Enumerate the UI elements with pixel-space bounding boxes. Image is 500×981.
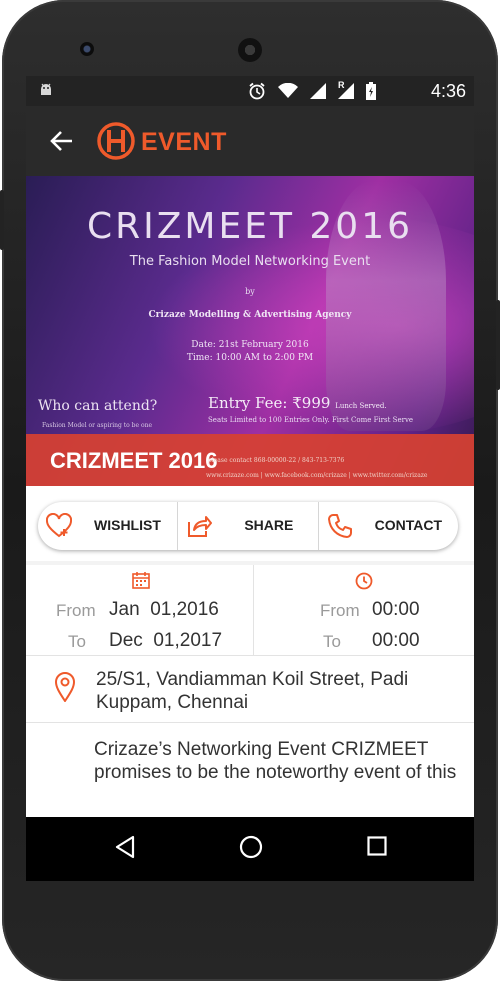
wishlist-label: WISHLIST xyxy=(94,517,161,533)
wishlist-button[interactable]: WISHLIST xyxy=(38,502,177,550)
navigation-bar xyxy=(26,817,474,881)
signal-icon xyxy=(310,83,326,104)
address-text: 25/S1, Vandiamman Koil Street, Padi Kupp… xyxy=(96,669,409,713)
date-from-value: Jan 01,2016 xyxy=(109,599,219,620)
date-to-label: To xyxy=(68,632,86,651)
earpiece-speaker xyxy=(238,38,262,62)
volume-button xyxy=(496,300,500,390)
poster-by: by xyxy=(245,287,255,296)
location-pin-icon xyxy=(54,672,76,703)
entry-fee-value: ₹999 xyxy=(292,394,331,412)
screen: R 4:36 EVENT CRIZMEET 2016 The Fashion M… xyxy=(26,76,474,817)
clock-icon xyxy=(355,572,373,590)
poster-seats-line: Seats Limited to 100 Entries Only. First… xyxy=(208,416,414,424)
poster-attendee-line: Fashion Model or aspiring to be one xyxy=(42,422,153,429)
date-time-divider xyxy=(253,565,254,655)
nav-home-icon[interactable] xyxy=(239,835,263,864)
poster-time: Time: 10:00 AM to 2:00 PM xyxy=(186,353,314,363)
poster-who-can-attend: Who can attend? xyxy=(38,398,158,414)
action-bar: WISHLIST SHARE CONTACT xyxy=(38,502,458,550)
share-icon xyxy=(186,513,213,539)
wifi-icon xyxy=(278,82,298,104)
nav-back-icon[interactable] xyxy=(114,835,136,864)
date-to-value: Dec 01,2017 xyxy=(109,630,223,651)
contact-label: CONTACT xyxy=(374,517,443,533)
entry-fee-note: Lunch Served. xyxy=(335,402,387,410)
status-bar: R 4:36 xyxy=(26,76,474,106)
power-button xyxy=(0,190,4,250)
signal-roaming-icon: R xyxy=(338,80,354,104)
date-from-label: From xyxy=(56,601,96,620)
app-toolbar: EVENT xyxy=(26,106,474,176)
event-title: CRIZMEET 2016 xyxy=(50,448,218,473)
back-arrow-icon[interactable] xyxy=(48,128,76,154)
alarm-icon xyxy=(248,82,266,105)
status-time: 4:36 xyxy=(430,81,466,101)
contact-button[interactable]: CONTACT xyxy=(317,502,458,550)
poster-agency: Crizaze Modelling & Advertising Agency xyxy=(148,310,352,320)
poster-social-line: www.crizaze.com | www.facebook.com/criza… xyxy=(206,472,428,479)
address-row[interactable]: 25/S1, Vandiamman Koil Street, Padi Kupp… xyxy=(26,656,474,723)
poster-title: CRIZMEET 2016 xyxy=(86,206,414,247)
heart-plus-icon xyxy=(45,512,73,539)
android-icon xyxy=(38,83,54,102)
battery-icon xyxy=(366,82,376,105)
share-label: SHARE xyxy=(244,517,294,533)
time-to-value: 00:00 xyxy=(372,630,420,651)
toolbar-title: EVENT xyxy=(141,128,227,156)
calendar-icon xyxy=(132,571,150,589)
share-button[interactable]: SHARE xyxy=(177,502,317,550)
poster-entry-fee: Entry Fee: ₹999 Lunch Served. xyxy=(208,394,387,412)
nav-recents-icon[interactable] xyxy=(367,836,387,861)
phone-icon xyxy=(327,513,353,539)
poster-date: Date: 21st February 2016 xyxy=(191,340,309,350)
event-banner: CRIZMEET 2016 The Fashion Model Networki… xyxy=(26,176,474,486)
time-from-value: 00:00 xyxy=(372,599,420,620)
poster-contact-line: please contact 868-00000-22 / 843-713-73… xyxy=(208,457,345,464)
app-logo xyxy=(96,121,136,161)
date-time-section: From Jan 01,2016 To Dec 01,2017 From 00:… xyxy=(26,565,474,656)
poster-subtitle: The Fashion Model Networking Event xyxy=(129,254,371,269)
time-to-label: To xyxy=(323,632,341,651)
time-from-label: From xyxy=(320,601,360,620)
front-camera xyxy=(80,42,94,56)
roaming-label: R xyxy=(338,80,345,90)
event-description: Crizaze’s Networking Event CRIZMEET prom… xyxy=(94,739,457,783)
poster-datetime: Date: 21st February 2016 Time: 10:00 AM … xyxy=(26,339,474,365)
entry-fee-label: Entry Fee: xyxy=(208,394,288,412)
